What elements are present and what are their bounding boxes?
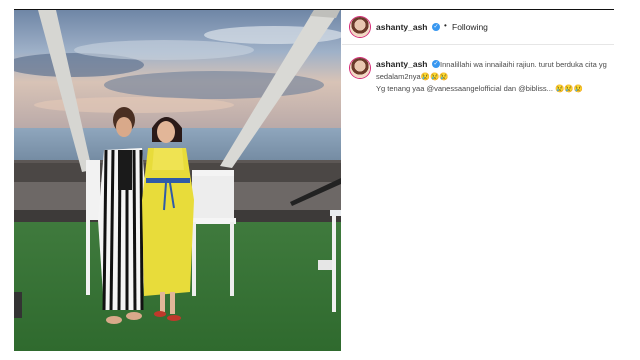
header-username[interactable]: ashanty_ash (376, 22, 428, 32)
caption-text-2-mid: dan (501, 84, 519, 93)
caption-line-2: Yg tenang yaa @vanessaangelofficial dan … (376, 83, 608, 95)
caption-avatar[interactable] (350, 58, 370, 78)
instagram-post: ashanty_ash ✓ • Following Innalillahi wa… (14, 9, 614, 351)
caption-text-2-prefix: Yg tenang yaa (376, 84, 427, 93)
post-sidebar: ashanty_ash ✓ • Following Innalillahi wa… (342, 10, 614, 351)
mention-link-vanessa[interactable]: @vanessaangelofficial (426, 84, 501, 93)
header-separator: • (444, 21, 447, 30)
post-header: ashanty_ash ✓ • Following (342, 10, 614, 45)
mention-link-bibliss[interactable]: @bibliss (518, 84, 546, 93)
following-button[interactable]: Following (452, 22, 488, 32)
photo-scene (14, 10, 341, 351)
caption-verified-badge-icon: ✓ (432, 60, 440, 68)
verified-badge-icon: ✓ (432, 23, 440, 31)
profile-avatar[interactable] (350, 17, 370, 37)
caption-username[interactable]: ashanty_ash (376, 59, 428, 69)
post-photo[interactable] (14, 10, 341, 351)
caption-text-2-suffix: ... 😢😢😢 (546, 84, 584, 93)
